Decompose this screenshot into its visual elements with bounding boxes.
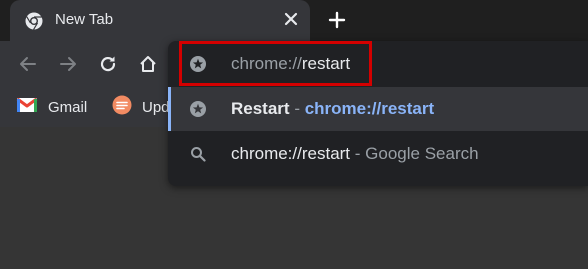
suggestion-text: chrome://restart - Google Search: [231, 144, 479, 164]
suggestion-separator: -: [350, 144, 366, 163]
bookmark-updates[interactable]: Upd: [112, 95, 170, 119]
bookmark-label: Gmail: [48, 98, 88, 116]
suggestion-url: chrome://restart: [304, 99, 435, 118]
tab-title: New Tab: [55, 11, 114, 28]
suggestion-search[interactable]: chrome://restart - Google Search: [168, 132, 588, 176]
arrow-right-icon[interactable]: [56, 52, 80, 76]
tab-strip: New Tab: [0, 0, 588, 41]
chrome-icon: [25, 12, 43, 30]
reload-icon[interactable]: [96, 52, 120, 76]
updates-icon: [112, 95, 132, 120]
arrow-left-icon[interactable]: [16, 52, 40, 76]
suggestion-separator: -: [289, 99, 305, 118]
gmail-icon: [16, 96, 38, 119]
suggestion-query: chrome://restart: [231, 144, 351, 163]
suggestion-text: Restart - chrome://restart: [231, 99, 434, 119]
tab-new-tab[interactable]: New Tab: [10, 0, 310, 41]
close-icon[interactable]: [280, 8, 302, 30]
star-icon: [189, 100, 207, 118]
home-icon[interactable]: [136, 52, 160, 76]
selection-indicator: [168, 87, 171, 131]
plus-icon[interactable]: [325, 8, 349, 32]
suggestion-title: Restart: [231, 99, 290, 118]
bookmark-gmail[interactable]: Gmail: [16, 95, 87, 119]
annotation-highlight-box: [179, 41, 372, 86]
suggestion-restart[interactable]: Restart - chrome://restart: [168, 87, 588, 131]
suggestion-provider: Google Search: [365, 144, 479, 163]
bookmark-label: Upd: [142, 98, 170, 116]
search-icon: [189, 145, 207, 163]
